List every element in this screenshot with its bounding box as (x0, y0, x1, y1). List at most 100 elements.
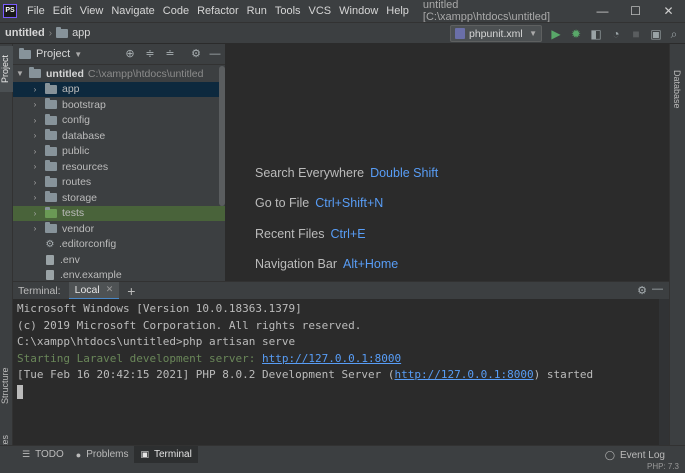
debug-icon[interactable]: ✹ (569, 27, 583, 41)
folder-icon (45, 113, 57, 125)
file-icon (46, 270, 54, 281)
menu-window[interactable]: Window (335, 0, 382, 22)
tree-item-tests[interactable]: › tests (13, 205, 225, 221)
tree-item-config[interactable]: › config (13, 113, 225, 129)
php-version-indicator[interactable]: PHP: 7.3 (647, 462, 679, 471)
menu-view[interactable]: View (76, 0, 108, 22)
todo-tool-tab[interactable]: ☰ TODO (16, 446, 70, 464)
tree-root-path: C:\xampp\htdocs\untitled (87, 67, 204, 80)
bottom-tab-label: Problems (86, 449, 129, 460)
minimize-button[interactable]: — (586, 0, 619, 22)
profile-icon[interactable]: ◔ (609, 27, 623, 41)
terminal-line (17, 384, 665, 401)
terminal-line: [Tue Feb 16 20:42:15 2021] PHP 8.0.2 Dev… (17, 367, 665, 384)
tree-item-editorconfig[interactable]: ⚙ .editorconfig (13, 237, 225, 253)
tree-item-label: tests (62, 207, 85, 220)
menu-code[interactable]: Code (159, 0, 193, 22)
close-icon[interactable]: ✕ (106, 284, 114, 295)
tree-item-routes[interactable]: › routes (13, 175, 225, 191)
chevron-right-icon[interactable]: › (30, 147, 40, 156)
breadcrumb-project[interactable]: untitled (5, 27, 45, 39)
menu-file[interactable]: File (23, 0, 49, 22)
project-view-select[interactable]: Project (36, 48, 70, 60)
expand-all-icon[interactable]: ≑ (143, 47, 157, 61)
right-tool-strip: Database (669, 44, 685, 445)
database-tool-tab[interactable]: Database (672, 70, 682, 109)
new-terminal-tab-button[interactable]: + (127, 284, 135, 298)
terminal-tool-tab[interactable]: ▣ Terminal (134, 445, 198, 464)
gear-icon[interactable]: ⚙ (189, 47, 203, 61)
terminal-output[interactable]: Microsoft Windows [Version 10.0.18363.13… (13, 299, 669, 445)
coverage-icon[interactable]: ◧ (589, 27, 603, 41)
terminal-label: Terminal: (18, 284, 61, 297)
tree-item-env-example[interactable]: .env.example (13, 268, 225, 281)
chevron-right-icon[interactable]: › (30, 178, 40, 187)
menu-edit[interactable]: Edit (49, 0, 76, 22)
run-icon[interactable]: ▶ (549, 27, 563, 41)
chevron-right-icon[interactable]: › (30, 100, 40, 109)
tree-root[interactable]: ▼ untitled C:\xampp\htdocs\untitled (13, 66, 225, 82)
menu-tools[interactable]: Tools (271, 0, 305, 22)
terminal-text: [Tue Feb 16 20:42:15 2021] PHP 8.0.2 Dev… (17, 368, 395, 381)
menu-navigate[interactable]: Navigate (107, 0, 158, 22)
menu-help[interactable]: Help (382, 0, 413, 22)
editor-area: Search Everywhere Double Shift Go to File… (225, 44, 669, 281)
terminal-tab-label: Local (74, 283, 100, 296)
chevron-right-icon[interactable]: › (30, 209, 40, 218)
hint-shortcut[interactable]: Ctrl+E (330, 227, 365, 241)
menu-refactor[interactable]: Refactor (193, 0, 243, 22)
close-window-button[interactable]: ✕ (652, 0, 685, 22)
collapse-all-icon[interactable]: ≐ (163, 47, 177, 61)
tree-item-env[interactable]: .env (13, 252, 225, 268)
chevron-right-icon[interactable]: › (30, 193, 40, 202)
chevron-right-icon[interactable]: › (30, 131, 40, 140)
terminal-scrollbar[interactable] (659, 299, 669, 445)
breadcrumb-folder[interactable]: app (72, 27, 90, 39)
tree-item-storage[interactable]: › storage (13, 190, 225, 206)
chevron-down-icon[interactable]: ▼ (74, 50, 82, 59)
server-url-link[interactable]: http://127.0.0.1:8000 (395, 368, 534, 381)
tree-item-label: resources (62, 160, 109, 173)
menu-vcs[interactable]: VCS (305, 0, 336, 22)
hint-shortcut[interactable]: Ctrl+Shift+N (315, 196, 383, 210)
gear-icon[interactable]: ⚙ (637, 284, 647, 297)
stop-icon[interactable]: ■ (629, 27, 643, 41)
tree-item-label: .editorconfig (59, 238, 117, 251)
chevron-right-icon[interactable]: › (30, 162, 40, 171)
search-icon[interactable]: ⌕ (667, 27, 681, 41)
folder-icon (19, 47, 31, 59)
problems-tool-tab[interactable]: ● Problems (70, 446, 135, 464)
menu-run[interactable]: Run (243, 0, 271, 22)
tree-item-label: .env.example (60, 269, 122, 281)
tree-item-resources[interactable]: › resources (13, 159, 225, 175)
hide-panel-icon[interactable]: — (652, 283, 663, 295)
project-tool-tab[interactable]: Project (0, 46, 13, 92)
folder-icon (45, 175, 57, 187)
chevron-down-icon[interactable]: ▼ (15, 69, 25, 78)
folder-icon (45, 160, 57, 172)
run-configuration-select[interactable]: phpunit.xml ▼ (450, 25, 542, 42)
tree-item-app[interactable]: › app (13, 81, 225, 97)
run-configuration-label: phpunit.xml (469, 27, 523, 40)
tree-item-vendor[interactable]: › vendor (13, 221, 225, 237)
hint-recent-files: Recent Files Ctrl+E (255, 227, 366, 241)
window-icon[interactable]: ▣ (649, 27, 663, 41)
tree-item-bootstrap[interactable]: › bootstrap (13, 97, 225, 113)
hint-shortcut[interactable]: Alt+Home (343, 257, 398, 271)
hint-shortcut[interactable]: Double Shift (370, 166, 438, 180)
locate-icon[interactable]: ⊕ (123, 47, 137, 61)
tree-item-public[interactable]: › public (13, 144, 225, 160)
server-url-link[interactable]: http://127.0.0.1:8000 (262, 352, 401, 365)
terminal-tab-local[interactable]: Local ✕ (68, 281, 120, 300)
chevron-right-icon[interactable]: › (30, 224, 40, 233)
hide-panel-icon[interactable]: — (208, 47, 222, 61)
structure-tool-tab[interactable]: Structure (0, 358, 13, 414)
test-folder-icon (45, 206, 57, 218)
chevron-right-icon[interactable]: › (30, 85, 40, 94)
maximize-button[interactable]: ☐ (619, 0, 652, 22)
file-icon (46, 254, 54, 265)
terminal-cursor[interactable] (17, 384, 23, 399)
tree-item-database[interactable]: › database (13, 128, 225, 144)
chevron-right-icon[interactable]: › (30, 116, 40, 125)
tree-item-label: bootstrap (62, 98, 106, 111)
